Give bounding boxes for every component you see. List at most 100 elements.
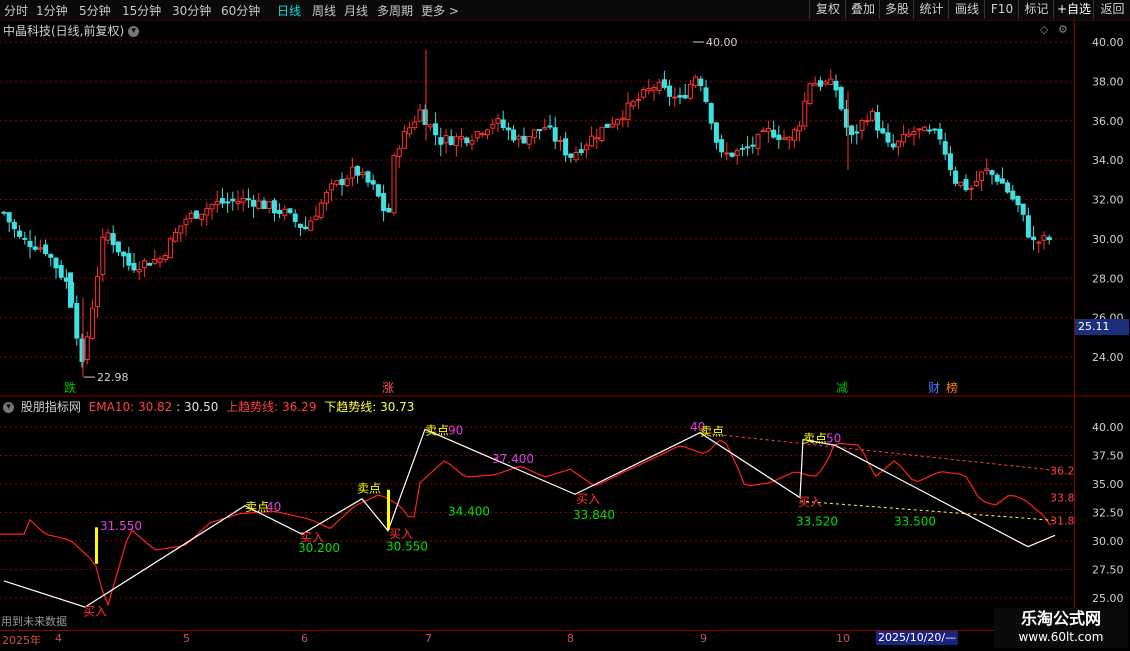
candle-body [131,262,137,271]
candle-body [568,153,574,158]
candle-body [921,126,927,132]
candle-body [204,207,210,216]
candle-body [703,87,709,103]
indicator-signal-label: 90 [448,423,463,437]
candle-body [953,170,959,184]
event-marker-label[interactable]: 榜 [946,380,958,395]
month-label: 10 [836,632,850,645]
candle-body [906,133,912,137]
candle-body [719,139,725,153]
stock-name-label: 中晶科技(日线,前复权) [3,24,125,38]
event-marker-label[interactable]: 涨 [382,380,394,395]
indicator-signal-label: 40 [266,500,281,514]
candle-body [968,187,974,190]
trend-end-value: 36.2 [1050,464,1075,477]
candle-body [760,129,766,133]
candle-body [495,117,501,124]
indicator-signal-label: 33.840 [573,508,615,522]
candle-body [251,199,257,207]
candle-body [63,277,69,282]
year-label: 2025年 [2,634,41,647]
candle-body [791,129,797,141]
candle-body [339,178,345,186]
candle-body [765,127,771,133]
candle-body [297,223,303,228]
candle-body [417,109,423,122]
candle-body [911,131,917,136]
candle-body [152,258,158,264]
candle-body [1031,236,1037,241]
candle-body [615,119,621,125]
candle-body [916,128,922,131]
candle-body [937,128,943,140]
candle-body [266,201,272,209]
down-trend-label: 下趋势线: 30.73 [324,400,415,414]
candle-body [89,307,95,339]
candle-body [989,170,995,175]
candle-body [526,136,532,145]
candle-body [245,198,251,201]
candle-body [646,88,652,92]
low-price-label: 22.98 [97,371,129,384]
candle-body [323,192,329,204]
event-marker-label[interactable]: 减 [836,381,848,395]
candle-body [786,136,792,141]
candle-body [557,140,563,143]
candle-body [422,109,428,125]
candle-body [609,123,615,128]
candle-body [412,121,418,129]
candle-body [209,204,215,210]
candle-body [1020,203,1026,215]
candle-body [438,137,444,145]
candle-body [755,133,761,149]
diamond-icon[interactable]: ◇ [1040,23,1048,36]
candle-body [360,171,366,176]
candle-body [869,110,875,121]
indicator-signal-label: 买入 [83,605,107,619]
candle-body [469,139,475,145]
candle-body [521,135,527,144]
settings-icon[interactable]: ⚙ [1058,23,1068,36]
month-label: 8 [567,632,574,645]
candle-body [490,123,496,129]
indicator-title[interactable]: ▾ 股朋指标网 EMA10: 30.82 : 30.50 上趋势线: 36.29… [3,398,414,415]
candle-body [599,126,605,142]
event-marker-label[interactable]: 跌 [64,380,76,395]
candle-body [661,79,667,88]
candle-body [880,128,886,134]
candle-body [329,183,335,191]
candle-body [401,131,407,149]
candle-body [932,128,938,131]
candle-body [713,122,719,143]
kline-chart[interactable]: 40.0038.0036.0034.0032.0030.0028.0026.00… [0,0,1130,650]
chevron-down-icon[interactable]: ▾ [3,402,14,413]
candle-body [635,98,641,101]
candle-body [74,302,80,339]
candle-body [1,211,7,214]
month-label: 9 [700,632,707,645]
event-marker-label[interactable]: 财 [928,381,940,395]
candle-body [854,131,860,134]
watermark-url: www.60lt.com [1018,630,1104,644]
candle-body [355,166,361,176]
candle-body [485,129,491,136]
candle-body [1046,236,1052,241]
candle-body [708,103,714,124]
candle-body [230,198,236,202]
candle-body [781,137,787,140]
indicator-signal-label: 买入 [300,531,324,545]
candle-body [729,152,735,157]
indicator-signal-label: 30.550 [386,540,428,554]
candle-body [287,208,293,214]
stock-title[interactable]: 中晶科技(日线,前复权) ▾ [3,22,140,39]
candle-body [188,212,194,219]
chevron-down-icon[interactable]: ▾ [128,26,140,37]
candle-body [6,212,12,223]
candle-body [505,127,511,131]
candle-body [724,152,730,155]
ema-label: EMA10: 30.82 [88,400,173,414]
indicator-signal-label: 33.520 [796,515,838,529]
candle-body [474,131,480,139]
candle-body [875,112,881,131]
candle-body [407,127,413,135]
